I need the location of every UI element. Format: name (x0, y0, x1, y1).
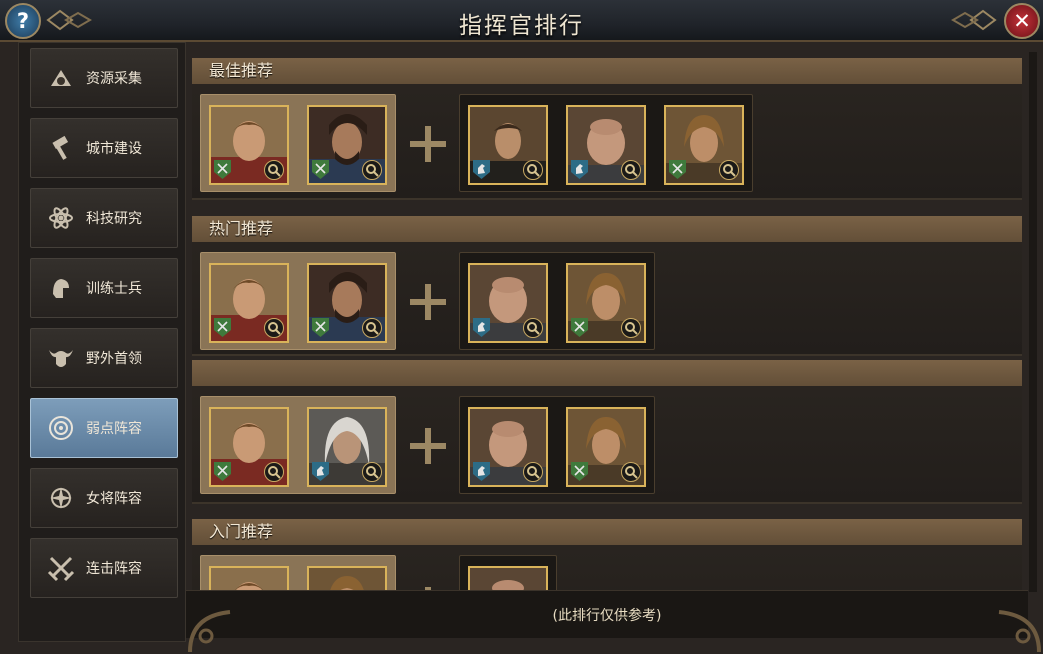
section-title: 入门推荐 (192, 519, 1022, 545)
cavalry-icon (473, 160, 490, 179)
hero-portrait[interactable] (209, 566, 289, 590)
hammer-icon (46, 133, 76, 163)
section-alternate-lineup (192, 360, 1022, 504)
hero-portrait[interactable] (209, 105, 289, 185)
magnifier-icon[interactable] (523, 160, 543, 180)
infantry-icon (669, 160, 686, 179)
sidebar-item-label: 训练士兵 (86, 281, 142, 297)
main-commander-box (200, 252, 396, 350)
hero-portrait[interactable] (566, 263, 646, 343)
hero-portrait[interactable] (307, 407, 387, 487)
infantry-icon (312, 318, 329, 337)
section-best-recommendation: 最佳推荐 (192, 58, 1022, 200)
hero-portrait[interactable] (468, 566, 548, 590)
sidebar-item-weakness-lineup[interactable]: 弱点阵容 (30, 398, 178, 458)
section-title: 最佳推荐 (192, 58, 1022, 84)
sub-commander-box (459, 252, 655, 350)
disclaimer-text: (此排行仅供参考) (552, 607, 662, 624)
section-title: 热门推荐 (192, 216, 1022, 242)
infantry-icon (571, 462, 588, 481)
cavalry-icon (473, 318, 490, 337)
ornament-icon (951, 9, 997, 31)
title-bar: ? 指挥官排行 ✕ (0, 0, 1043, 42)
magnifier-icon[interactable] (523, 462, 543, 482)
hero-portrait[interactable] (468, 105, 548, 185)
hero-portrait[interactable] (468, 263, 548, 343)
magnifier-icon[interactable] (362, 318, 382, 338)
hero-portrait[interactable] (468, 407, 548, 487)
category-sidebar: 资源采集 城市建设 科技研究 训练士兵 野外首领 弱点阵容 女将阵容 连击阵容 (18, 42, 186, 642)
cavalry-icon (312, 462, 329, 481)
resource-gathering-icon (46, 63, 76, 93)
page-title: 指挥官排行 (459, 13, 584, 39)
magnifier-icon[interactable] (362, 462, 382, 482)
infantry-icon (214, 318, 231, 337)
sidebar-item-label: 资源采集 (86, 71, 142, 87)
scrollbar[interactable] (1029, 52, 1037, 592)
magnifier-icon[interactable] (362, 160, 382, 180)
ranking-content: 最佳推荐 热门推荐 入门推荐 (190, 42, 1028, 590)
sub-commander-box (459, 396, 655, 494)
ornament-icon (998, 610, 1041, 653)
sidebar-item-label: 野外首领 (86, 351, 142, 367)
magnifier-icon[interactable] (621, 318, 641, 338)
section-popular-recommendation: 热门推荐 (192, 216, 1022, 356)
hero-portrait[interactable] (209, 263, 289, 343)
infantry-icon (312, 160, 329, 179)
section-beginner-recommendation: 入门推荐 (192, 519, 1022, 590)
close-icon: ✕ (1013, 9, 1031, 33)
cavalry-icon (473, 462, 490, 481)
section-title (192, 360, 1022, 386)
sidebar-item-label: 女将阵容 (86, 491, 142, 507)
hero-portrait[interactable] (664, 105, 744, 185)
footer-bar: (此排行仅供参考) (186, 590, 1028, 638)
sidebar-item-train-troops[interactable]: 训练士兵 (30, 258, 178, 318)
sidebar-item-city-building[interactable]: 城市建设 (30, 118, 178, 178)
infantry-icon (571, 318, 588, 337)
main-commander-box (200, 396, 396, 494)
hero-portrait[interactable] (566, 105, 646, 185)
sidebar-item-combo-lineup[interactable]: 连击阵容 (30, 538, 178, 598)
sub-commander-box (459, 555, 557, 590)
hero-portrait[interactable] (307, 566, 387, 590)
sidebar-item-female-general-lineup[interactable]: 女将阵容 (30, 468, 178, 528)
sidebar-item-field-boss[interactable]: 野外首领 (30, 328, 178, 388)
sidebar-item-tech-research[interactable]: 科技研究 (30, 188, 178, 248)
hero-portrait[interactable] (307, 105, 387, 185)
hero-portrait[interactable] (307, 263, 387, 343)
horned-helmet-icon (46, 343, 76, 373)
cavalry-icon (571, 160, 588, 179)
infantry-icon (214, 462, 231, 481)
main-commander-box (200, 555, 396, 590)
magnifier-icon[interactable] (523, 318, 543, 338)
atom-icon (46, 203, 76, 233)
target-icon (46, 413, 76, 443)
soldier-helmet-icon (46, 273, 76, 303)
close-button[interactable]: ✕ (1004, 3, 1040, 39)
sidebar-item-label: 城市建设 (86, 141, 142, 157)
magnifier-icon[interactable] (264, 160, 284, 180)
magnifier-icon[interactable] (621, 462, 641, 482)
ornament-icon (188, 610, 231, 653)
plus-icon (410, 428, 446, 464)
magnifier-icon[interactable] (264, 318, 284, 338)
sidebar-item-label: 弱点阵容 (86, 421, 142, 437)
crossed-swords-icon (46, 553, 76, 583)
magnifier-icon[interactable] (719, 160, 739, 180)
main-commander-box (200, 94, 396, 192)
plus-icon (410, 284, 446, 320)
plus-icon (410, 126, 446, 162)
hero-portrait[interactable] (566, 407, 646, 487)
infantry-icon (214, 160, 231, 179)
magnifier-icon[interactable] (264, 462, 284, 482)
compass-crest-icon (46, 483, 76, 513)
sidebar-item-resource-gathering[interactable]: 资源采集 (30, 48, 178, 108)
sidebar-item-label: 连击阵容 (86, 561, 142, 577)
hero-portrait[interactable] (209, 407, 289, 487)
sidebar-item-label: 科技研究 (86, 211, 142, 227)
sub-commander-box (459, 94, 753, 192)
magnifier-icon[interactable] (621, 160, 641, 180)
